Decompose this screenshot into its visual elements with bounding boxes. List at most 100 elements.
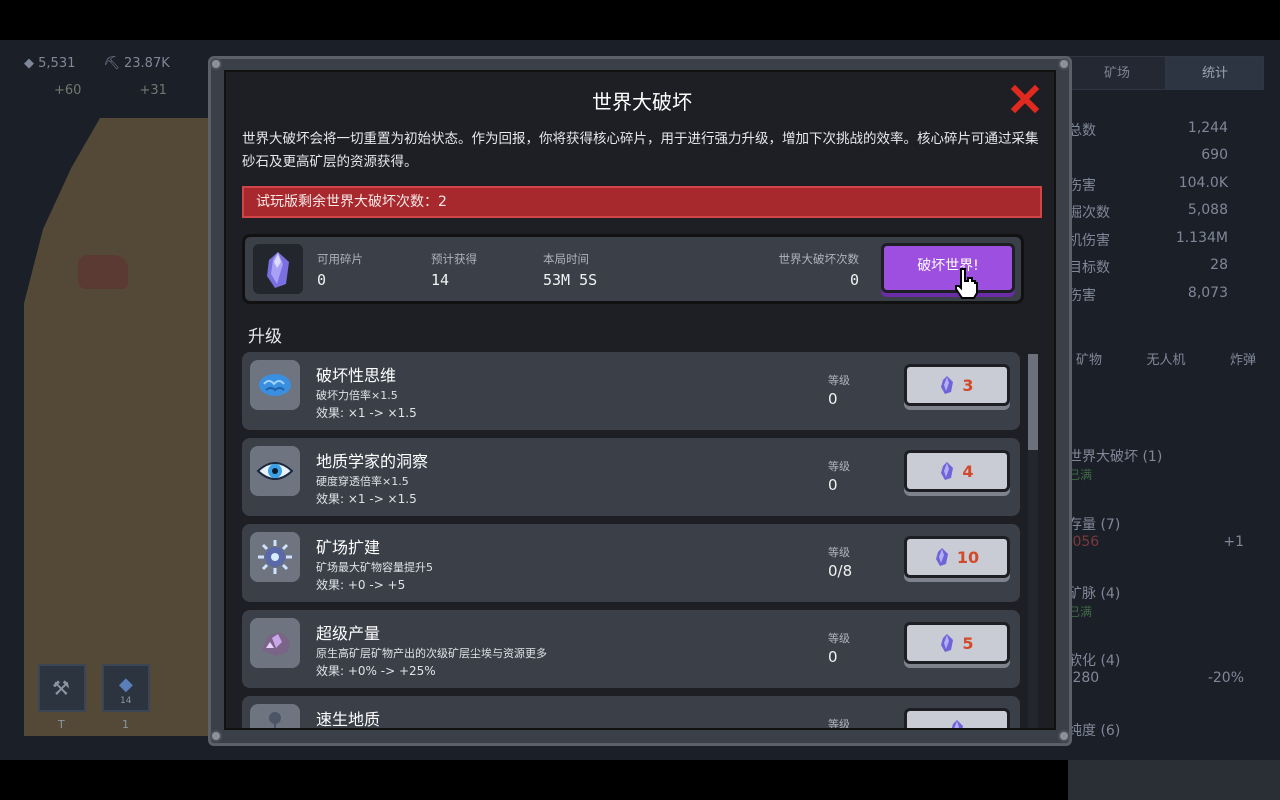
core-shard-icon [267, 252, 289, 288]
right-panel-tabs: 矿场 统计 [1068, 56, 1264, 90]
upgrade-cost: 5 [962, 633, 974, 653]
upgrade-card: 速生地质 等级 [242, 696, 1020, 730]
upgrade-card: 地质学家的洞察 硬度穿透倍率×1.5 效果: ×1 -> ×1.5 等级 0 4 [242, 438, 1020, 516]
upgrade-cost: 10 [956, 547, 980, 567]
run-time: 本局时间 53M 5S [543, 252, 598, 289]
stat-row: 总数 1,244 [1068, 120, 1228, 139]
close-x-icon [1010, 84, 1040, 114]
upgrade-icon-slot [250, 618, 300, 668]
frame-bolt [210, 58, 222, 70]
buy-upgrade-button[interactable]: 10 [904, 536, 1010, 578]
upgrade-icon-slot [250, 446, 300, 496]
core-shard-icon [935, 548, 948, 566]
world-destruction-dialog: 世界大破坏 世界大破坏会将一切重置为初始状态。作为回报，你将获得核心碎片，用于进… [224, 70, 1056, 730]
trial-remaining-banner: 试玩版剩余世界大破坏次数：2 [242, 186, 1042, 218]
upgrade-card: 超级产量 原生高矿层矿物产出的次级矿层尘埃与资源更多 效果: +0% -> +2… [242, 610, 1020, 688]
destroy-world-button[interactable]: 破坏世界! [881, 243, 1015, 293]
upgrade-name: 超级产量 [316, 624, 381, 643]
ore-cluster-icon [262, 632, 290, 656]
right-card: 矿脉 (4) 已满 [1068, 586, 1121, 619]
crystal-icon: ◆ [119, 674, 133, 695]
upgrade-icon-slot [250, 704, 300, 728]
rate-a: +60 [54, 83, 82, 98]
upgrade-list: 破坏性思维 破坏力倍率×1.5 效果: ×1 -> ×1.5 等级 0 3 地质… [242, 352, 1020, 730]
stat-row: 伤害 8,073 [1068, 285, 1228, 304]
stat-row: 机伤害 1.134M [1068, 230, 1228, 249]
shard-info-box: 可用碎片 0 预计获得 14 本局时间 53M 5S 世界大破坏次数 0 破坏世… [242, 234, 1024, 304]
gear-crystal-icon [258, 540, 292, 574]
frame-bolt [1058, 58, 1070, 70]
level-value: 0/8 [828, 562, 853, 580]
upgrade-desc: 破坏力倍率×1.5 [316, 389, 398, 402]
tab-drones[interactable]: 无人机 [1146, 346, 1185, 376]
level-value: 0 [828, 476, 838, 494]
ore-rock [78, 255, 128, 289]
destruction-count: 世界大破坏次数 0 [778, 252, 860, 289]
upgrade-effect: 效果: ×1 -> ×1.5 [316, 406, 417, 420]
available-shards: 可用碎片 0 [317, 252, 363, 289]
level-label: 等级 [828, 546, 850, 559]
right-card: 世界大破坏 (1) 已满 [1068, 449, 1163, 482]
upgrade-cost: 3 [962, 375, 974, 395]
level-value: 0 [828, 648, 838, 666]
buy-upgrade-button[interactable]: 3 [904, 364, 1010, 406]
dialog-title: 世界大破坏 [592, 90, 692, 114]
close-button[interactable] [1010, 84, 1040, 114]
frame-bolt [210, 730, 222, 742]
tool-slot-crystal[interactable]: ◆ 14 [102, 664, 150, 712]
upgrade-effect: 效果: +0% -> +25% [316, 664, 436, 678]
crystal-count: 14 [120, 696, 132, 706]
letterbox-top [0, 0, 1280, 40]
stat-row: 目标数 28 [1068, 257, 1228, 276]
upgrade-name: 矿场扩建 [316, 538, 381, 557]
tool-slot-pickaxe[interactable]: ⚒ [38, 664, 86, 712]
level-label: 等级 [828, 632, 850, 645]
buy-upgrade-button[interactable]: 4 [904, 450, 1010, 492]
upgrade-scrollbar-thumb[interactable] [1028, 354, 1038, 450]
upgrade-cost: 4 [962, 461, 974, 481]
resource-hud: ◆ 5,531 ⛏ 23.87K +60 +31 [24, 56, 214, 112]
level-label: 等级 [828, 718, 850, 730]
core-shard-icon [941, 634, 954, 652]
buy-upgrade-button[interactable] [904, 708, 1010, 728]
core-shard-icon [941, 376, 954, 394]
upgrade-effect: 效果: +0 -> +5 [316, 578, 406, 592]
upgrades-section-title: 升级 [248, 327, 282, 347]
resource-b: ⛏ 23.87K [103, 56, 170, 71]
resource-a: ◆ 5,531 [24, 56, 76, 71]
buy-upgrade-button[interactable]: 5 [904, 622, 1010, 664]
tab-stats[interactable]: 统计 [1166, 56, 1264, 90]
stat-row: 690 [1201, 147, 1228, 163]
upgrade-icon-slot [250, 360, 300, 410]
upgrade-icon-slot [250, 532, 300, 582]
right-sub-tabs: 矿物 无人机 炸弹 [1068, 346, 1264, 376]
upgrade-card: 破坏性思维 破坏力倍率×1.5 效果: ×1 -> ×1.5 等级 0 3 [242, 352, 1020, 430]
upgrade-name: 破坏性思维 [316, 366, 397, 385]
level-value: 0 [828, 390, 838, 408]
tab-mine[interactable]: 矿场 [1068, 56, 1166, 90]
expected-shards: 预计获得 14 [431, 252, 477, 289]
level-label: 等级 [828, 460, 850, 473]
tool-key-label: 1 [122, 718, 129, 731]
level-label: 等级 [828, 374, 850, 387]
upgrade-effect: 效果: ×1 -> ×1.5 [316, 492, 417, 506]
tab-minerals[interactable]: 矿物 [1076, 346, 1102, 376]
core-shard-slot [253, 244, 303, 294]
right-stats-panel: 矿场 统计 总数 1,244 690 伤害 104.0K 掘次数 5,088 机伤害 1… [1068, 56, 1264, 746]
letterbox-bottom-right [1068, 760, 1280, 800]
pickaxe-icon: ⚒ [52, 676, 70, 700]
upgrade-card: 矿场扩建 矿场最大矿物容量提升5 效果: +0 -> +5 等级 0/8 10 [242, 524, 1020, 602]
right-card: 存量 (7) ,056 +1 [1068, 517, 1244, 550]
brain-icon [259, 374, 291, 396]
right-card: 软化 (4) ,280 -20% [1068, 653, 1244, 686]
sprout-icon [269, 712, 281, 728]
stat-row: 伤害 104.0K [1068, 175, 1228, 194]
core-shard-icon [951, 720, 963, 728]
upgrade-desc: 原生高矿层矿物产出的次级矿层尘埃与资源更多 [316, 647, 547, 660]
frame-bolt [1058, 730, 1070, 742]
upgrade-name: 地质学家的洞察 [316, 452, 429, 471]
upgrade-name: 速生地质 [316, 710, 381, 729]
tab-bombs[interactable]: 炸弹 [1230, 346, 1256, 376]
core-shard-icon [941, 462, 954, 480]
stat-row: 掘次数 5,088 [1068, 202, 1228, 221]
